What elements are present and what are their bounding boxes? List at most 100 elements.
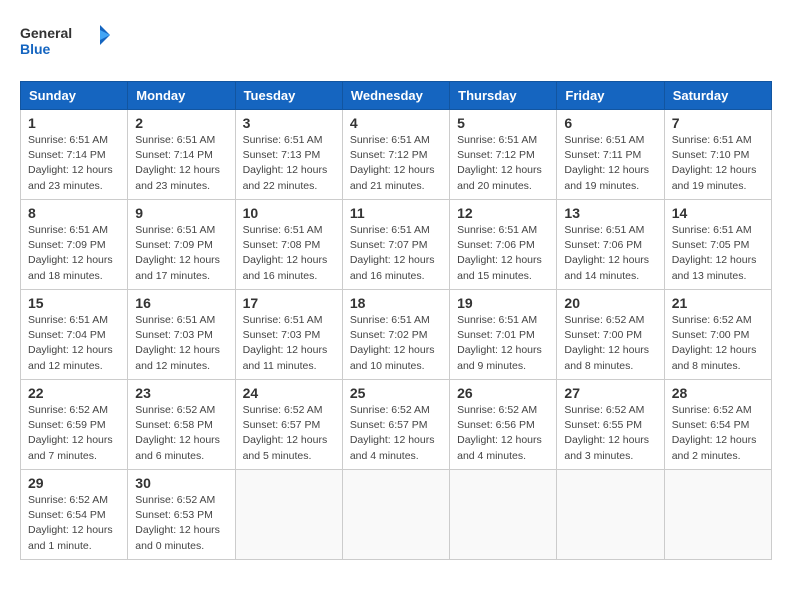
logo: General Blue	[20, 20, 110, 65]
svg-text:Blue: Blue	[20, 41, 51, 57]
day-number: 19	[457, 295, 549, 311]
day-detail: Sunrise: 6:51 AM Sunset: 7:09 PM Dayligh…	[135, 223, 227, 284]
day-cell: 9 Sunrise: 6:51 AM Sunset: 7:09 PM Daylig…	[128, 200, 235, 290]
header-row: SundayMondayTuesdayWednesdayThursdayFrid…	[21, 82, 772, 110]
day-number: 26	[457, 385, 549, 401]
day-cell: 29 Sunrise: 6:52 AM Sunset: 6:54 PM Dayli…	[21, 470, 128, 560]
day-detail: Sunrise: 6:52 AM Sunset: 7:00 PM Dayligh…	[564, 313, 656, 374]
day-detail: Sunrise: 6:51 AM Sunset: 7:08 PM Dayligh…	[243, 223, 335, 284]
day-cell: 30 Sunrise: 6:52 AM Sunset: 6:53 PM Dayli…	[128, 470, 235, 560]
day-cell: 20 Sunrise: 6:52 AM Sunset: 7:00 PM Dayli…	[557, 290, 664, 380]
day-detail: Sunrise: 6:51 AM Sunset: 7:01 PM Dayligh…	[457, 313, 549, 374]
day-number: 17	[243, 295, 335, 311]
day-number: 28	[672, 385, 764, 401]
day-detail: Sunrise: 6:52 AM Sunset: 7:00 PM Dayligh…	[672, 313, 764, 374]
day-detail: Sunrise: 6:51 AM Sunset: 7:14 PM Dayligh…	[28, 133, 120, 194]
col-header-sunday: Sunday	[21, 82, 128, 110]
logo-svg: General Blue	[20, 20, 110, 65]
day-detail: Sunrise: 6:51 AM Sunset: 7:13 PM Dayligh…	[243, 133, 335, 194]
day-cell: 5 Sunrise: 6:51 AM Sunset: 7:12 PM Daylig…	[450, 110, 557, 200]
day-detail: Sunrise: 6:52 AM Sunset: 6:58 PM Dayligh…	[135, 403, 227, 464]
day-number: 16	[135, 295, 227, 311]
day-detail: Sunrise: 6:51 AM Sunset: 7:05 PM Dayligh…	[672, 223, 764, 284]
day-number: 13	[564, 205, 656, 221]
day-cell: 1Sunrise: 6:51 AM Sunset: 7:14 PM Daylig…	[21, 110, 128, 200]
day-detail: Sunrise: 6:51 AM Sunset: 7:11 PM Dayligh…	[564, 133, 656, 194]
week-row-3: 15Sunrise: 6:51 AM Sunset: 7:04 PM Dayli…	[21, 290, 772, 380]
page-header: General Blue	[20, 20, 772, 65]
day-cell: 8Sunrise: 6:51 AM Sunset: 7:09 PM Daylig…	[21, 200, 128, 290]
day-cell: 28 Sunrise: 6:52 AM Sunset: 6:54 PM Dayli…	[664, 380, 771, 470]
day-detail: Sunrise: 6:52 AM Sunset: 6:54 PM Dayligh…	[672, 403, 764, 464]
day-detail: Sunrise: 6:51 AM Sunset: 7:06 PM Dayligh…	[564, 223, 656, 284]
day-cell: 25 Sunrise: 6:52 AM Sunset: 6:57 PM Dayli…	[342, 380, 449, 470]
day-cell: 19 Sunrise: 6:51 AM Sunset: 7:01 PM Dayli…	[450, 290, 557, 380]
day-detail: Sunrise: 6:52 AM Sunset: 6:54 PM Dayligh…	[28, 493, 120, 554]
day-detail: Sunrise: 6:51 AM Sunset: 7:03 PM Dayligh…	[135, 313, 227, 374]
day-number: 23	[135, 385, 227, 401]
day-detail: Sunrise: 6:52 AM Sunset: 6:57 PM Dayligh…	[350, 403, 442, 464]
day-detail: Sunrise: 6:51 AM Sunset: 7:07 PM Dayligh…	[350, 223, 442, 284]
calendar-table: SundayMondayTuesdayWednesdayThursdayFrid…	[20, 81, 772, 560]
day-cell: 2Sunrise: 6:51 AM Sunset: 7:14 PM Daylig…	[128, 110, 235, 200]
day-number: 29	[28, 475, 120, 491]
day-cell: 22 Sunrise: 6:52 AM Sunset: 6:59 PM Dayli…	[21, 380, 128, 470]
day-cell: 15Sunrise: 6:51 AM Sunset: 7:04 PM Dayli…	[21, 290, 128, 380]
day-cell: 23 Sunrise: 6:52 AM Sunset: 6:58 PM Dayli…	[128, 380, 235, 470]
day-number: 12	[457, 205, 549, 221]
day-number: 14	[672, 205, 764, 221]
day-detail: Sunrise: 6:51 AM Sunset: 7:14 PM Dayligh…	[135, 133, 227, 194]
day-cell: 7 Sunrise: 6:51 AM Sunset: 7:10 PM Daylig…	[664, 110, 771, 200]
svg-text:General: General	[20, 25, 72, 41]
day-detail: Sunrise: 6:52 AM Sunset: 6:59 PM Dayligh…	[28, 403, 120, 464]
day-detail: Sunrise: 6:52 AM Sunset: 6:56 PM Dayligh…	[457, 403, 549, 464]
day-cell	[235, 470, 342, 560]
day-detail: Sunrise: 6:52 AM Sunset: 6:55 PM Dayligh…	[564, 403, 656, 464]
day-number: 24	[243, 385, 335, 401]
day-detail: Sunrise: 6:51 AM Sunset: 7:09 PM Dayligh…	[28, 223, 120, 284]
day-cell: 6 Sunrise: 6:51 AM Sunset: 7:11 PM Daylig…	[557, 110, 664, 200]
day-detail: Sunrise: 6:51 AM Sunset: 7:12 PM Dayligh…	[457, 133, 549, 194]
day-number: 5	[457, 115, 549, 131]
day-number: 9	[135, 205, 227, 221]
day-cell: 21 Sunrise: 6:52 AM Sunset: 7:00 PM Dayli…	[664, 290, 771, 380]
day-number: 25	[350, 385, 442, 401]
week-row-4: 22 Sunrise: 6:52 AM Sunset: 6:59 PM Dayli…	[21, 380, 772, 470]
day-number: 20	[564, 295, 656, 311]
col-header-wednesday: Wednesday	[342, 82, 449, 110]
week-row-1: 1Sunrise: 6:51 AM Sunset: 7:14 PM Daylig…	[21, 110, 772, 200]
day-detail: Sunrise: 6:51 AM Sunset: 7:10 PM Dayligh…	[672, 133, 764, 194]
col-header-friday: Friday	[557, 82, 664, 110]
day-number: 18	[350, 295, 442, 311]
day-cell	[557, 470, 664, 560]
day-detail: Sunrise: 6:51 AM Sunset: 7:02 PM Dayligh…	[350, 313, 442, 374]
day-cell: 12 Sunrise: 6:51 AM Sunset: 7:06 PM Dayli…	[450, 200, 557, 290]
col-header-tuesday: Tuesday	[235, 82, 342, 110]
day-cell: 13 Sunrise: 6:51 AM Sunset: 7:06 PM Dayli…	[557, 200, 664, 290]
day-cell: 3 Sunrise: 6:51 AM Sunset: 7:13 PM Daylig…	[235, 110, 342, 200]
week-row-5: 29 Sunrise: 6:52 AM Sunset: 6:54 PM Dayli…	[21, 470, 772, 560]
day-cell: 18 Sunrise: 6:51 AM Sunset: 7:02 PM Dayli…	[342, 290, 449, 380]
day-cell: 10Sunrise: 6:51 AM Sunset: 7:08 PM Dayli…	[235, 200, 342, 290]
day-detail: Sunrise: 6:52 AM Sunset: 6:53 PM Dayligh…	[135, 493, 227, 554]
day-cell	[450, 470, 557, 560]
day-number: 6	[564, 115, 656, 131]
day-cell: 4Sunrise: 6:51 AM Sunset: 7:12 PM Daylig…	[342, 110, 449, 200]
day-number: 27	[564, 385, 656, 401]
day-cell: 27 Sunrise: 6:52 AM Sunset: 6:55 PM Dayli…	[557, 380, 664, 470]
day-number: 4	[350, 115, 442, 131]
week-row-2: 8Sunrise: 6:51 AM Sunset: 7:09 PM Daylig…	[21, 200, 772, 290]
col-header-thursday: Thursday	[450, 82, 557, 110]
day-detail: Sunrise: 6:51 AM Sunset: 7:06 PM Dayligh…	[457, 223, 549, 284]
col-header-monday: Monday	[128, 82, 235, 110]
day-detail: Sunrise: 6:52 AM Sunset: 6:57 PM Dayligh…	[243, 403, 335, 464]
day-cell	[342, 470, 449, 560]
day-number: 3	[243, 115, 335, 131]
day-number: 15	[28, 295, 120, 311]
day-number: 30	[135, 475, 227, 491]
day-cell	[664, 470, 771, 560]
day-number: 22	[28, 385, 120, 401]
day-number: 7	[672, 115, 764, 131]
day-number: 21	[672, 295, 764, 311]
day-cell: 16 Sunrise: 6:51 AM Sunset: 7:03 PM Dayli…	[128, 290, 235, 380]
